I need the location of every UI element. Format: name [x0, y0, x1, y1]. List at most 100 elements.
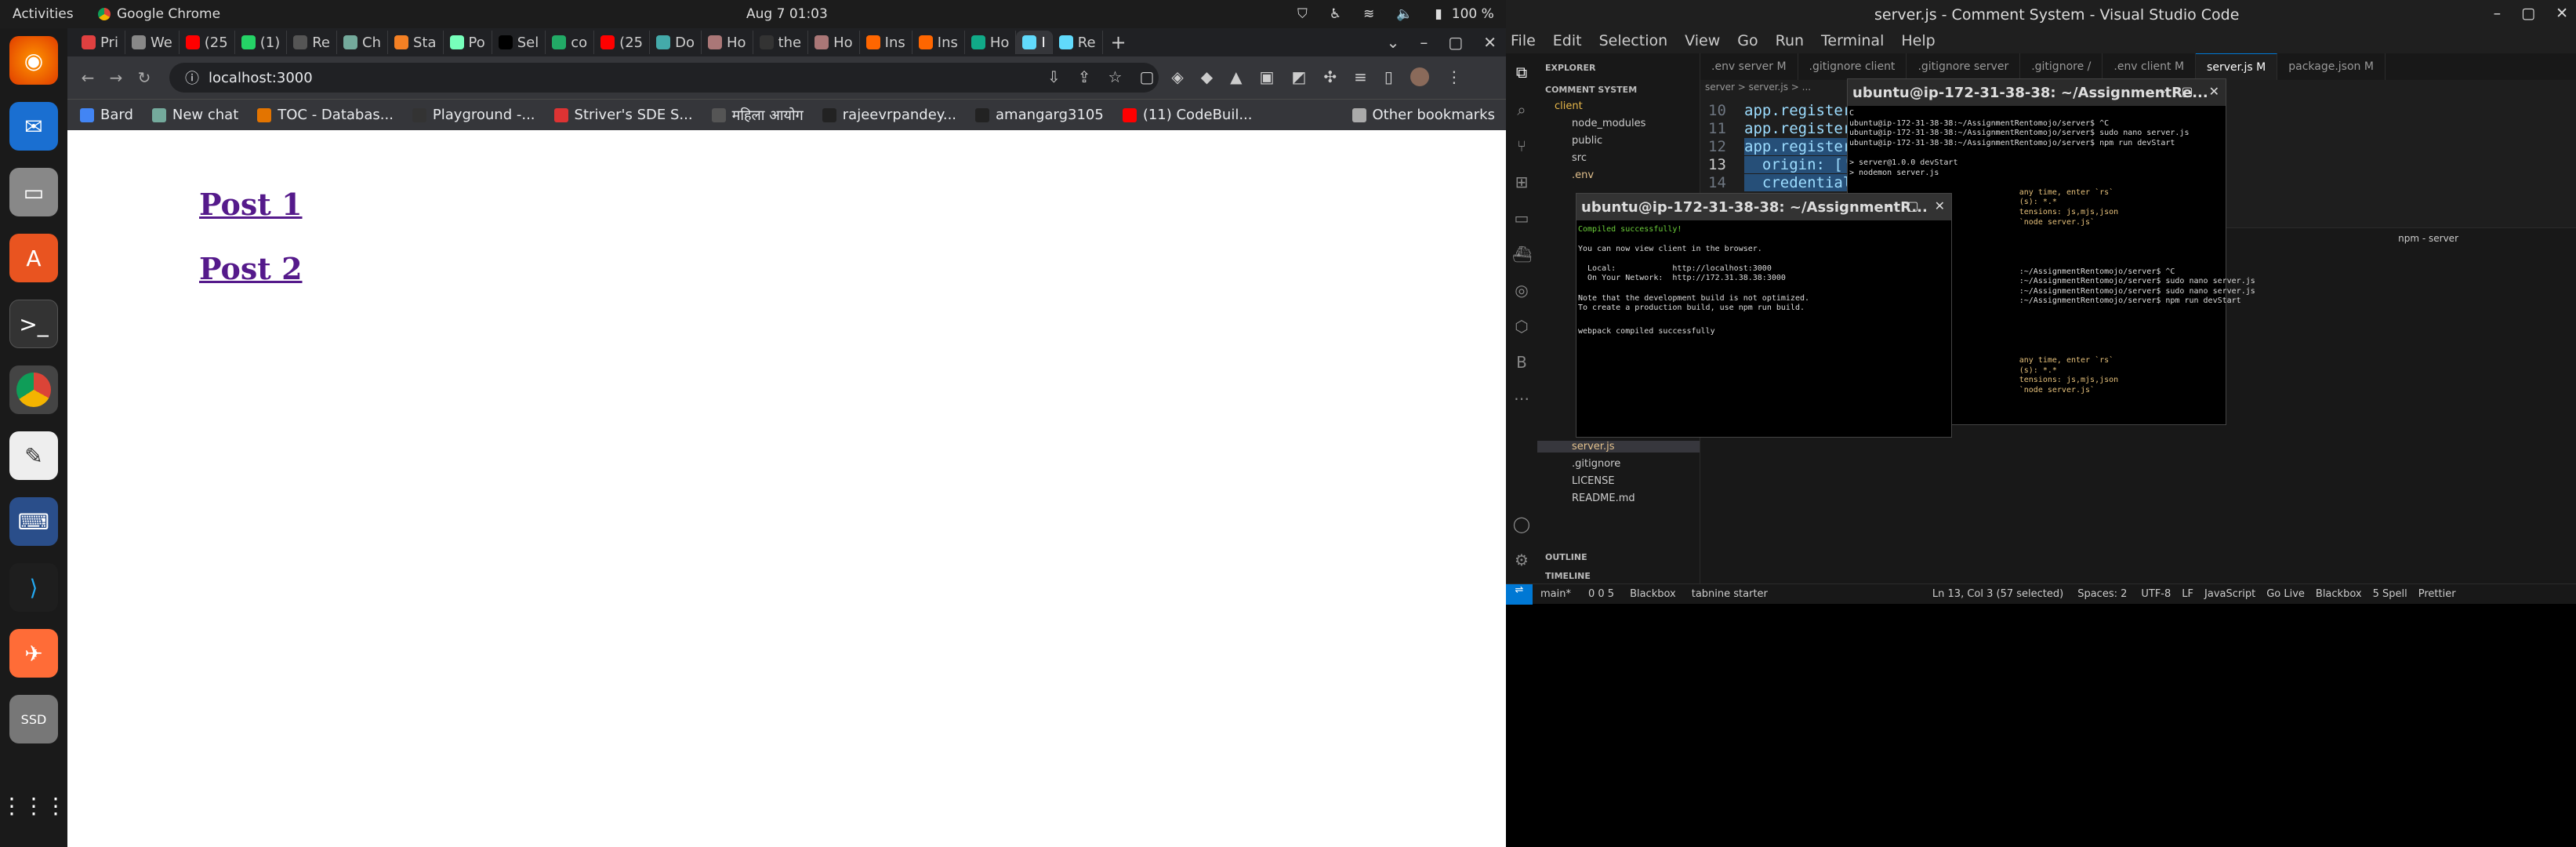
more-icon[interactable]: ⋯	[1512, 389, 1531, 408]
cube-icon[interactable]: ⬡	[1512, 317, 1531, 336]
browser-tab[interactable]: I	[1016, 31, 1053, 54]
code-line[interactable]: credential	[1744, 174, 1852, 191]
menu-item[interactable]: Edit	[1553, 32, 1582, 49]
browser-tab[interactable]: (25	[594, 31, 651, 54]
post-1-link[interactable]: Post 1	[199, 187, 303, 222]
browser-tab[interactable]: Ho	[808, 31, 860, 54]
close-icon[interactable]: ✕	[2209, 84, 2219, 99]
extensions-icon[interactable]: ⊞	[1512, 173, 1531, 191]
blackbox-icon[interactable]: B	[1512, 353, 1531, 372]
encoding-status[interactable]: UTF-8	[2141, 588, 2171, 600]
editor-tab[interactable]: .gitignore /	[2020, 53, 2103, 80]
extension-icon[interactable]: ▲	[1230, 67, 1242, 86]
minimize-icon[interactable]: –	[2494, 5, 2502, 22]
activities-button[interactable]: Activities	[13, 6, 74, 22]
folder-client[interactable]: client	[1555, 100, 1583, 112]
browser-tab[interactable]: Sel	[492, 31, 546, 54]
github-icon[interactable]: ◎	[1512, 281, 1531, 300]
terminal-1-titlebar[interactable]: ubuntu@ip-172-31-38-38: ~/AssignmentRe..…	[1848, 79, 2226, 106]
bookmark-item[interactable]: New chat	[151, 107, 238, 123]
problems-count[interactable]: 0 0 5	[1588, 588, 1614, 600]
indent-status[interactable]: Spaces: 2	[2077, 588, 2127, 600]
maximize-icon[interactable]: ▢	[2521, 5, 2535, 22]
docker-icon[interactable]: ⛴	[1512, 245, 1532, 264]
extension-icon[interactable]: ◩	[1291, 67, 1306, 86]
bookmark-item[interactable]: Playground -...	[412, 107, 535, 123]
menu-item[interactable]: Run	[1776, 32, 1804, 49]
bookmark-item[interactable]: Bard	[80, 107, 133, 123]
remote-icon[interactable]: ▭	[1512, 209, 1531, 227]
folder-src[interactable]: src	[1572, 152, 1587, 164]
browser-tab[interactable]: Ins	[912, 31, 965, 54]
browser-tab[interactable]: the	[753, 31, 809, 54]
browser-tab[interactable]: Ho	[965, 31, 1017, 54]
thunderbird-icon[interactable]: ✉	[9, 102, 58, 151]
account-icon[interactable]: ◯	[1512, 514, 1531, 533]
install-icon[interactable]: ⇩	[1047, 67, 1061, 86]
menu-item[interactable]: Terminal	[1821, 32, 1884, 49]
chrome-icon[interactable]	[9, 365, 58, 414]
editor-tab[interactable]: .env server M	[1700, 53, 1798, 80]
vscode-icon[interactable]: ⟩	[9, 563, 58, 612]
post-2-link[interactable]: Post 2	[199, 251, 303, 286]
search-icon[interactable]: ⌕	[1512, 100, 1531, 119]
language-status[interactable]: JavaScript	[2204, 588, 2255, 600]
terminal-selector[interactable]: npm - server	[2398, 233, 2458, 244]
terminal-2-titlebar[interactable]: ubuntu@ip-172-31-38-38: ~/AssignmentR...…	[1576, 194, 1951, 220]
file-readme[interactable]: README.md	[1572, 493, 1635, 504]
editor-tab[interactable]: .env client M	[2103, 53, 2197, 80]
project-header[interactable]: COMMENT SYSTEM	[1545, 85, 1637, 95]
editor-tab[interactable]: .gitignore client	[1798, 53, 1907, 80]
browser-tab[interactable]: Ins	[860, 31, 912, 54]
system-tray[interactable]: ⛉ ♿ ≋ 🔈 ▮ 100 % ⏻	[1297, 6, 1526, 22]
breadcrumb[interactable]: server > server.js > ...	[1705, 82, 1811, 93]
browser-tab[interactable]: co	[546, 31, 595, 54]
code-line[interactable]: app.register	[1744, 120, 1852, 137]
git-branch[interactable]: main*	[1540, 588, 1571, 600]
blackbox-status-2[interactable]: Blackbox	[2316, 588, 2362, 600]
remote-indicator-icon[interactable]: ⇌	[1506, 583, 1533, 605]
sidepanel-icon[interactable]: ▯	[1384, 67, 1393, 86]
browser-tab[interactable]: Ho	[702, 31, 753, 54]
file-license[interactable]: LICENSE	[1572, 475, 1615, 487]
editor-tab[interactable]: package.json M	[2277, 53, 2386, 80]
menu-item[interactable]: Help	[1901, 32, 1935, 49]
editor-tab[interactable]: .gitignore server	[1907, 53, 2021, 80]
remmina-icon[interactable]: ⌨	[9, 497, 58, 546]
editor-tab[interactable]: server.js M	[2196, 53, 2278, 80]
browser-tab[interactable]: (25	[180, 31, 235, 54]
address-bar[interactable]: ⓘ localhost:3000	[169, 63, 1159, 93]
files-icon[interactable]: ▭	[9, 168, 58, 216]
eol-status[interactable]: LF	[2182, 588, 2193, 600]
extension-icon[interactable]: ◈	[1171, 67, 1183, 86]
file-gitignore[interactable]: .gitignore	[1572, 458, 1620, 470]
bookmark-star-icon[interactable]: ☆	[1108, 67, 1123, 86]
browser-tab[interactable]: Re	[287, 31, 337, 54]
extension-icon[interactable]: ◆	[1201, 67, 1213, 86]
software-icon[interactable]: A	[9, 234, 58, 282]
reload-icon[interactable]: ↻	[130, 68, 158, 87]
bookmark-item[interactable]: महिला आयोग	[711, 106, 804, 125]
bookmark-item[interactable]: Striver's SDE S...	[553, 107, 693, 123]
forward-icon[interactable]: →	[102, 68, 130, 87]
minimize-icon[interactable]: –	[1885, 198, 1891, 213]
clock[interactable]: Aug 7 01:03	[746, 6, 828, 22]
timeline-header[interactable]: TIMELINE	[1545, 571, 1591, 581]
folder-public[interactable]: public	[1572, 135, 1602, 147]
code-line[interactable]: app.register	[1744, 102, 1852, 119]
menu-item[interactable]: Selection	[1599, 32, 1668, 49]
minimize-icon[interactable]: –	[2159, 84, 2165, 99]
extension-icon[interactable]: ▣	[1260, 67, 1275, 86]
maximize-icon[interactable]: ▢	[1907, 198, 1918, 213]
share-icon[interactable]: ⇪	[1078, 67, 1091, 86]
menu-item[interactable]: View	[1685, 32, 1720, 49]
go-live-status[interactable]: Go Live	[2266, 588, 2305, 600]
browser-tab[interactable]: Pri	[75, 31, 125, 54]
tab-search-icon[interactable]: ⌄	[1387, 33, 1400, 52]
reading-list-icon[interactable]: ≡	[1354, 67, 1367, 86]
explorer-icon[interactable]: ⧉	[1512, 63, 1531, 82]
close-icon[interactable]: ✕	[1935, 198, 1945, 213]
source-control-icon[interactable]: ⑂	[1512, 136, 1531, 155]
back-icon[interactable]: ←	[74, 68, 102, 87]
new-tab-icon[interactable]: +	[1111, 31, 1127, 53]
